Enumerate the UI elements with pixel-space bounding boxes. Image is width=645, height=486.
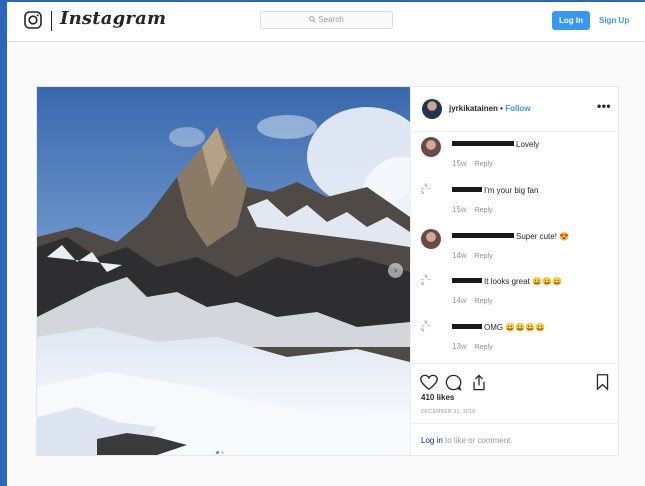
commenter-avatar[interactable]	[421, 229, 441, 249]
post-header: jyrkikatainen • Follow •••	[411, 87, 619, 132]
reply-button[interactable]: Reply	[475, 161, 493, 168]
post-actions: 410 likes DECEMBER 31, 2018 Log in to li…	[411, 363, 619, 456]
comment-meta: 14w Reply	[452, 296, 493, 305]
author-avatar[interactable]	[422, 99, 442, 119]
comment-time: 13w	[452, 342, 467, 351]
signup-link[interactable]: Sign Up	[599, 11, 629, 30]
commenter-avatar-broken-image-icon[interactable]: _v_ s	[421, 274, 441, 294]
comment-body: I'm your big fan	[484, 186, 539, 195]
comment-time: 14w	[452, 296, 467, 305]
post-photo[interactable]: ›	[37, 87, 410, 455]
search-placeholder: Search	[318, 15, 344, 24]
more-options-icon[interactable]: •••	[597, 99, 611, 113]
carousel-dot	[221, 451, 224, 454]
post-card: › jyrkikatainen • Follow ••• Lovely 15w R…	[36, 86, 619, 456]
reply-button[interactable]: Reply	[475, 298, 493, 305]
likes-count[interactable]: 410 likes	[421, 393, 454, 402]
comment-item: _v_ s It looks great 😀😀😀 14w Reply	[421, 272, 616, 316]
comment-body: It looks great 😀😀😀	[484, 277, 562, 286]
comment-item: _v_ s OMG 😀😀😀😀 13w Reply	[421, 318, 616, 362]
commenter-avatar[interactable]	[421, 137, 441, 157]
top-navbar: Instagram Search Log In Sign Up	[7, 2, 645, 42]
comment-text: OMG 😀😀😀😀	[452, 323, 545, 332]
comment-item: _v_ s I'm your big fan 15w Reply	[421, 181, 616, 225]
comment-time: 15w	[452, 205, 467, 214]
share-icon[interactable]	[471, 374, 487, 391]
comment-meta: 15w Reply	[452, 159, 493, 168]
login-button[interactable]: Log In	[552, 11, 590, 30]
comment-text: I'm your big fan	[452, 186, 538, 195]
comment-body: Super cute! 😍	[516, 232, 570, 241]
separator-dot: •	[500, 104, 503, 113]
post-sidebar: jyrkikatainen • Follow ••• Lovely 15w Rep…	[410, 87, 619, 455]
author-username[interactable]: jyrkikatainen	[449, 104, 498, 113]
next-photo-arrow-icon[interactable]: ›	[388, 263, 403, 278]
window-frame-left	[0, 0, 7, 486]
comment-item: Lovely 15w Reply	[421, 135, 616, 179]
comment-time: 15w	[452, 159, 467, 168]
reply-button[interactable]: Reply	[475, 253, 493, 260]
commenter-avatar-broken-image-icon[interactable]: _v_ s	[421, 320, 441, 340]
comment-text: It looks great 😀😀😀	[452, 277, 562, 286]
search-input[interactable]: Search	[260, 11, 393, 29]
carousel-dots	[215, 441, 225, 455]
reply-button[interactable]: Reply	[475, 344, 493, 351]
comment-item: Super cute! 😍 14w Reply	[421, 227, 616, 271]
heart-icon[interactable]	[420, 374, 438, 391]
redacted-username	[452, 141, 514, 146]
redacted-username	[452, 324, 482, 329]
reply-button[interactable]: Reply	[475, 207, 493, 214]
login-prompt: Log in to like or comment.	[411, 423, 619, 457]
instagram-logo-icon[interactable]	[24, 11, 42, 29]
search-icon	[309, 16, 316, 23]
comments-list: Lovely 15w Reply _v_ s I'm your big fan 15…	[411, 131, 619, 363]
comment-body: OMG 😀😀😀😀	[484, 323, 546, 332]
comment-meta: 13w Reply	[452, 342, 493, 351]
comment-icon[interactable]	[445, 374, 462, 391]
mountain-photo-image	[37, 87, 410, 455]
follow-button[interactable]: Follow	[505, 104, 530, 113]
comment-meta: 15w Reply	[452, 205, 493, 214]
redacted-username	[452, 187, 482, 192]
author-line: jyrkikatainen • Follow	[449, 104, 531, 113]
comment-text: Super cute! 😍	[452, 232, 569, 241]
comment-time: 14w	[452, 251, 467, 260]
login-link[interactable]: Log in	[421, 436, 443, 445]
redacted-username	[452, 278, 482, 283]
brand-divider	[51, 11, 52, 31]
carousel-dot-active	[216, 451, 219, 454]
comment-body: Lovely	[516, 140, 540, 149]
redacted-username	[452, 233, 514, 238]
login-prompt-text: to like or comment.	[442, 436, 513, 445]
comment-text: Lovely	[452, 140, 539, 149]
instagram-wordmark[interactable]: Instagram	[60, 8, 166, 29]
comment-meta: 14w Reply	[452, 251, 493, 260]
commenter-avatar-broken-image-icon[interactable]: _v_ s	[421, 183, 441, 203]
post-date: DECEMBER 31, 2018	[421, 409, 476, 415]
bookmark-icon[interactable]	[596, 374, 609, 390]
